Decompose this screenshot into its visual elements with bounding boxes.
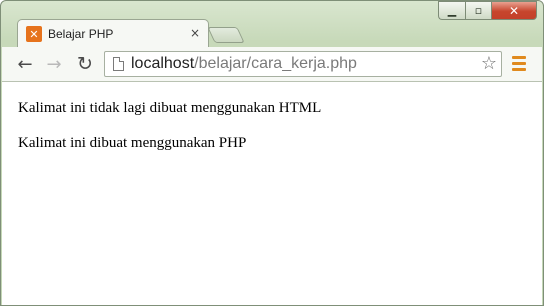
page-viewport: Kalimat ini tidak lagi dibuat menggunaka… [2, 82, 542, 305]
xampp-favicon-icon: ✕ [26, 26, 42, 42]
close-icon: ✕ [508, 3, 520, 18]
tab-title: Belajar PHP [48, 27, 114, 41]
back-button[interactable]: ← [14, 53, 36, 75]
window-controls: ▁ ▫ ✕ [438, 1, 537, 21]
forward-button[interactable]: → [43, 53, 65, 75]
minimize-button[interactable]: ▁ [438, 1, 465, 20]
url-host: localhost [131, 55, 195, 72]
forward-arrow-icon: → [46, 53, 62, 75]
close-window-button[interactable]: ✕ [491, 1, 537, 20]
maximize-icon: ▫ [474, 4, 483, 17]
tab-close-icon[interactable]: × [190, 26, 200, 40]
address-bar[interactable]: localhost/belajar/cara_kerja.php ☆ [104, 51, 502, 77]
menu-bar [512, 56, 526, 59]
browser-window: ▁ ▫ ✕ ✕ Belajar PHP × ← → ↻ localhost/be… [0, 0, 544, 306]
toolbar: ← → ↻ localhost/belajar/cara_kerja.php ☆ [2, 47, 542, 82]
url-path: /belajar/cara_kerja.php [194, 55, 357, 72]
content-text-line-2: Kalimat ini dibuat menggunakan PHP [18, 135, 247, 151]
reload-icon: ↻ [77, 53, 93, 75]
reload-button[interactable]: ↻ [74, 53, 96, 75]
menu-icon[interactable] [512, 56, 526, 72]
back-arrow-icon: ← [17, 53, 33, 75]
page-icon [113, 57, 124, 71]
tab-active[interactable]: ✕ Belajar PHP × [17, 19, 209, 48]
menu-bar [512, 68, 526, 71]
minimize-icon: ▁ [447, 4, 457, 17]
url-text[interactable]: localhost/belajar/cara_kerja.php [131, 55, 357, 73]
bookmark-star-icon[interactable]: ☆ [481, 53, 497, 74]
content-text-line-1: Kalimat ini tidak lagi dibuat menggunaka… [18, 100, 322, 116]
menu-bar [512, 62, 526, 65]
new-tab-button[interactable] [207, 27, 245, 43]
maximize-button[interactable]: ▫ [465, 1, 491, 20]
